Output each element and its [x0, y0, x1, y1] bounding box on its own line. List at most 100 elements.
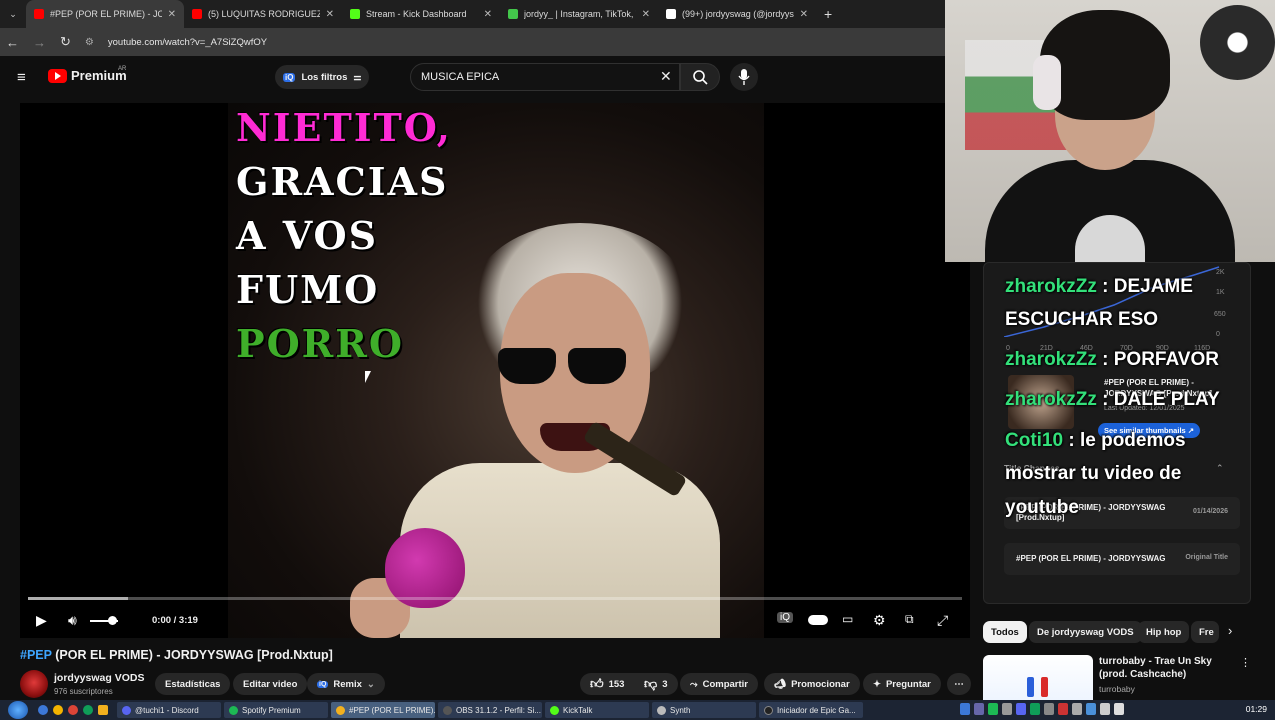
back-icon[interactable]: ←: [6, 35, 19, 50]
title-change-date: Original Title: [1185, 554, 1228, 561]
site-info-icon[interactable]: ⚙: [85, 37, 94, 48]
ask-button[interactable]: ✦ Preguntar: [863, 673, 941, 695]
stats-button[interactable]: Estadísticas: [155, 673, 231, 695]
close-tab-icon[interactable]: ✕: [800, 9, 808, 20]
channel-name[interactable]: jordyyswag VODS: [54, 672, 144, 684]
recommendation-channel[interactable]: turrobaby: [1099, 684, 1135, 694]
taskbar-item-spotify[interactable]: Spotify Premium: [224, 702, 328, 718]
pinned-app-icon[interactable]: [38, 705, 48, 715]
video-player[interactable]: NIETITO, GRACIAS A VOS FUMO PORRO ▶ 🔊︎ 0…: [20, 103, 970, 638]
new-tab-button[interactable]: +: [816, 6, 832, 22]
taskbar-item-synth[interactable]: Synth: [652, 702, 756, 718]
timecode: 0:00 / 3:19: [152, 615, 198, 626]
kick-favicon-icon: [350, 9, 360, 19]
subtitles-icon[interactable]: ▭: [842, 612, 853, 626]
browser-tab[interactable]: jordyy_ | Instagram, TikTok, Twi ✕: [500, 0, 658, 28]
miniplayer-icon[interactable]: ⧉: [905, 612, 914, 627]
collapse-icon[interactable]: ⌃: [1216, 463, 1224, 474]
taskbar-item-browser[interactable]: #PEP (POR EL PRIME)...: [331, 702, 435, 718]
microphone-icon: [738, 69, 750, 85]
recommendation-title[interactable]: turrobaby - Trae Un Sky (prod. Cashcache…: [1099, 655, 1234, 681]
bottle-red: [1041, 677, 1048, 697]
filters-button[interactable]: iQ Los filtros ⚌: [275, 65, 370, 89]
browser-tab[interactable]: Stream - Kick Dashboard ✕: [342, 0, 500, 28]
taskbar-label: Synth: [670, 705, 691, 715]
youtube-logo[interactable]: Premium: [48, 68, 127, 83]
vidiq-player-icon[interactable]: iQ: [777, 612, 793, 623]
webcam-overlay: [945, 0, 1275, 262]
menu-icon[interactable]: ≡: [17, 69, 26, 86]
chip-all[interactable]: Todos: [983, 621, 1027, 643]
ask-label: Preguntar: [885, 678, 931, 690]
search-button[interactable]: [680, 63, 720, 91]
reload-icon[interactable]: ↻: [60, 34, 71, 50]
share-button[interactable]: ⤳ Compartir: [680, 673, 759, 695]
tray-icon[interactable]: [1086, 703, 1096, 715]
promote-button[interactable]: 📣︎ Promocionar: [764, 673, 860, 695]
more-vert-icon[interactable]: ⋮: [1240, 656, 1251, 669]
pinned-app-icon[interactable]: [53, 705, 63, 715]
progress-bar[interactable]: [28, 597, 962, 600]
taskbar-clock[interactable]: 01:29: [1246, 704, 1267, 714]
edit-video-button[interactable]: Editar video: [233, 673, 308, 695]
video-title-hashtag[interactable]: #PEP: [20, 648, 52, 662]
browser-tab[interactable]: (99+) jordyyswag (@jordyyswag ✕: [658, 0, 816, 28]
chip-channel[interactable]: De jordyyswag VODS: [1029, 621, 1142, 643]
pinned-app-icon[interactable]: [83, 705, 93, 715]
more-actions-button[interactable]: ⋯: [947, 673, 971, 695]
browser-tab[interactable]: (5) LUQUITAS RODRIGUEZ Y LA ✕: [184, 0, 342, 28]
tray-icon[interactable]: [1030, 703, 1040, 715]
close-tab-icon[interactable]: ✕: [642, 9, 650, 20]
voice-search-button[interactable]: [730, 63, 758, 91]
windows-taskbar: @tuchi1 - Discord Spotify Premium #PEP (…: [0, 700, 1275, 720]
youtube-favicon-icon: [192, 9, 202, 19]
forward-icon[interactable]: →: [33, 35, 46, 50]
remix-button[interactable]: iQ Remix ⌄: [307, 673, 385, 695]
taskbar-item-discord[interactable]: @tuchi1 - Discord: [117, 702, 221, 718]
edit-label: Editar video: [243, 678, 298, 690]
megaphone-icon: 📣︎: [774, 678, 787, 690]
taskbar-item-kicktalk[interactable]: KickTalk: [545, 702, 649, 718]
close-tab-icon[interactable]: ✕: [168, 9, 176, 20]
like-button[interactable]: 👍︎ 153: [580, 673, 635, 695]
volume-knob[interactable]: [108, 616, 117, 625]
tray-icon[interactable]: [974, 703, 984, 715]
autoplay-toggle[interactable]: [808, 615, 828, 625]
folder-icon[interactable]: [98, 705, 108, 715]
network-tray-icon[interactable]: [1114, 703, 1124, 715]
fullscreen-icon[interactable]: ⤢: [937, 612, 948, 629]
volume-tray-icon[interactable]: [1100, 703, 1110, 715]
channel-avatar[interactable]: [20, 670, 48, 698]
close-tab-icon[interactable]: ✕: [326, 9, 334, 20]
tray-icon[interactable]: [1058, 703, 1068, 715]
tray-icon[interactable]: [1002, 703, 1012, 715]
pinned-app-icon[interactable]: [68, 705, 78, 715]
close-tab-icon[interactable]: ✕: [484, 9, 492, 20]
start-button[interactable]: [8, 701, 28, 719]
taskbar-item-epic[interactable]: Iniciador de Epic Ga...: [759, 702, 863, 718]
sliders-icon: ⚌: [353, 71, 362, 82]
chat-text: mostrar tu video de: [1005, 463, 1182, 484]
browser-tab[interactable]: #PEP (POR EL PRIME) - JORDYY ✕: [26, 0, 184, 28]
chevron-right-icon[interactable]: ›: [1228, 623, 1232, 638]
clear-search-icon[interactable]: ✕: [660, 68, 672, 85]
tray-icon[interactable]: [960, 703, 970, 715]
bottle-blue: [1027, 677, 1034, 697]
taskbar-label: Iniciador de Epic Ga...: [777, 705, 856, 715]
tray-icon[interactable]: [1016, 703, 1026, 715]
chip-more[interactable]: Fre: [1191, 621, 1219, 643]
search-input[interactable]: [421, 71, 651, 83]
tab-search-icon[interactable]: ⌄: [0, 9, 26, 20]
settings-icon[interactable]: ⚙: [873, 612, 886, 629]
chip-hiphop[interactable]: Hip hop: [1138, 621, 1190, 643]
dislike-button[interactable]: 👎︎ 3: [634, 673, 678, 695]
tray-icon[interactable]: [1044, 703, 1054, 715]
taskbar-item-obs[interactable]: OBS 31.1.2 - Perfil: Si...: [438, 702, 542, 718]
tray-icon[interactable]: [988, 703, 998, 715]
url-field[interactable]: youtube.com/watch?v=_A7SiZQwfOY: [108, 37, 267, 48]
play-icon[interactable]: ▶: [36, 612, 47, 629]
taskbar-label: @tuchi1 - Discord: [135, 705, 199, 715]
chat-text: : le podemos: [1068, 430, 1186, 451]
tray-icon[interactable]: [1072, 703, 1082, 715]
volume-icon[interactable]: 🔊︎: [68, 612, 77, 629]
